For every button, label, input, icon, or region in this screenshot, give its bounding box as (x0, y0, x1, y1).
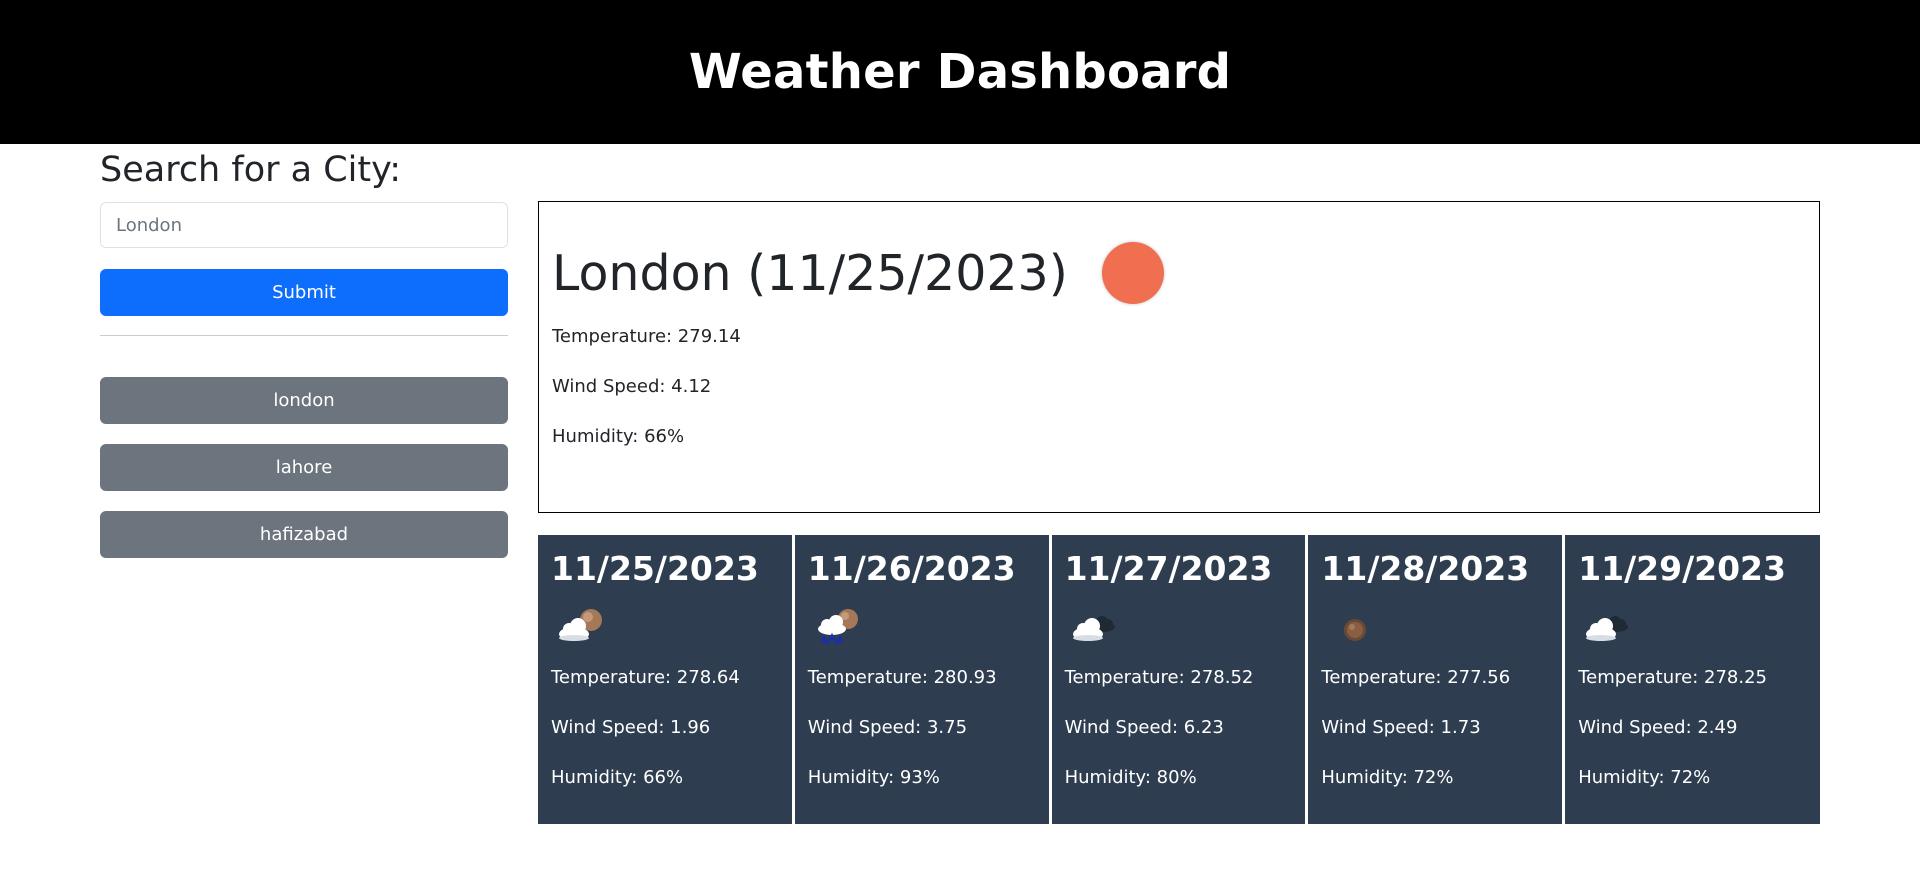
forecast-card: 11/26/2023 Temperature: 280.93 Wind Spee… (794, 535, 1049, 824)
current-city-title: London (11/25/2023) (552, 244, 1068, 302)
forecast-humidity: Humidity: 93% (807, 767, 940, 788)
forecast-wind-speed: Wind Speed: 6.23 (1064, 717, 1224, 738)
forecast-wind-speed: Wind Speed: 1.96 (551, 717, 711, 738)
current-wind-speed: Wind Speed: 4.12 (552, 376, 712, 397)
divider (100, 335, 508, 336)
forecast-wind-speed: Wind Speed: 1.73 (1321, 717, 1481, 738)
forecast-humidity: Humidity: 72% (1578, 767, 1711, 788)
forecast-row: 11/25/2023 Temperature: 278.64 Wind Spee… (538, 535, 1820, 824)
forecast-humidity: Humidity: 66% (551, 767, 684, 788)
current-temperature: Temperature: 279.14 (552, 326, 741, 347)
history-button-lahore[interactable]: lahore (100, 444, 508, 491)
forecast-card: 11/29/2023 Temperature: 278.25 Wind Spee… (1565, 535, 1820, 824)
forecast-temperature: Temperature: 278.52 (1064, 667, 1254, 688)
forecast-card: 11/25/2023 Temperature: 278.64 Wind Spee… (538, 535, 792, 824)
forecast-temperature: Temperature: 280.93 (807, 667, 997, 688)
broken-clouds-icon (1586, 616, 1629, 641)
sun-icon (1101, 242, 1164, 304)
forecast-humidity: Humidity: 80% (1064, 767, 1197, 788)
forecast-card: 11/27/2023 Temperature: 278.52 Wind Spee… (1051, 535, 1306, 824)
page-header: Weather Dashboard (0, 0, 1920, 144)
forecast-temperature: Temperature: 277.56 (1321, 667, 1511, 688)
forecast-date: 11/27/2023 (1064, 549, 1273, 588)
forecast-temperature: Temperature: 278.25 (1578, 667, 1767, 688)
forecast-humidity: Humidity: 72% (1321, 767, 1454, 788)
search-heading: Search for a City: (100, 150, 402, 190)
forecast-date: 11/25/2023 (551, 549, 759, 588)
submit-button[interactable]: Submit (100, 269, 508, 316)
forecast-wind-speed: Wind Speed: 3.75 (807, 717, 968, 738)
city-search-input[interactable] (100, 202, 508, 248)
forecast-date: 11/28/2023 (1321, 549, 1530, 588)
history-button-london[interactable]: london (100, 377, 508, 424)
clear-night-icon (1344, 619, 1367, 641)
history-button-hafizabad[interactable]: hafizabad (100, 511, 508, 558)
forecast-temperature: Temperature: 278.64 (551, 667, 740, 688)
forecast-wind-speed: Wind Speed: 2.49 (1578, 717, 1738, 738)
rain-icon (817, 609, 858, 644)
page-title: Weather Dashboard (688, 44, 1232, 100)
current-weather-panel: London (11/25/2023) Temperature: 279.14 … (538, 201, 1820, 513)
current-humidity: Humidity: 66% (552, 426, 685, 447)
broken-clouds-icon (1072, 616, 1115, 641)
forecast-date: 11/29/2023 (1578, 549, 1786, 588)
partly-cloudy-icon (559, 609, 602, 641)
search-history: london lahore hafizabad (100, 377, 508, 578)
current-title-row: London (11/25/2023) (552, 242, 1164, 304)
forecast-card: 11/28/2023 Temperature: 277.56 Wind Spee… (1308, 535, 1563, 824)
forecast-date: 11/26/2023 (807, 549, 1016, 588)
